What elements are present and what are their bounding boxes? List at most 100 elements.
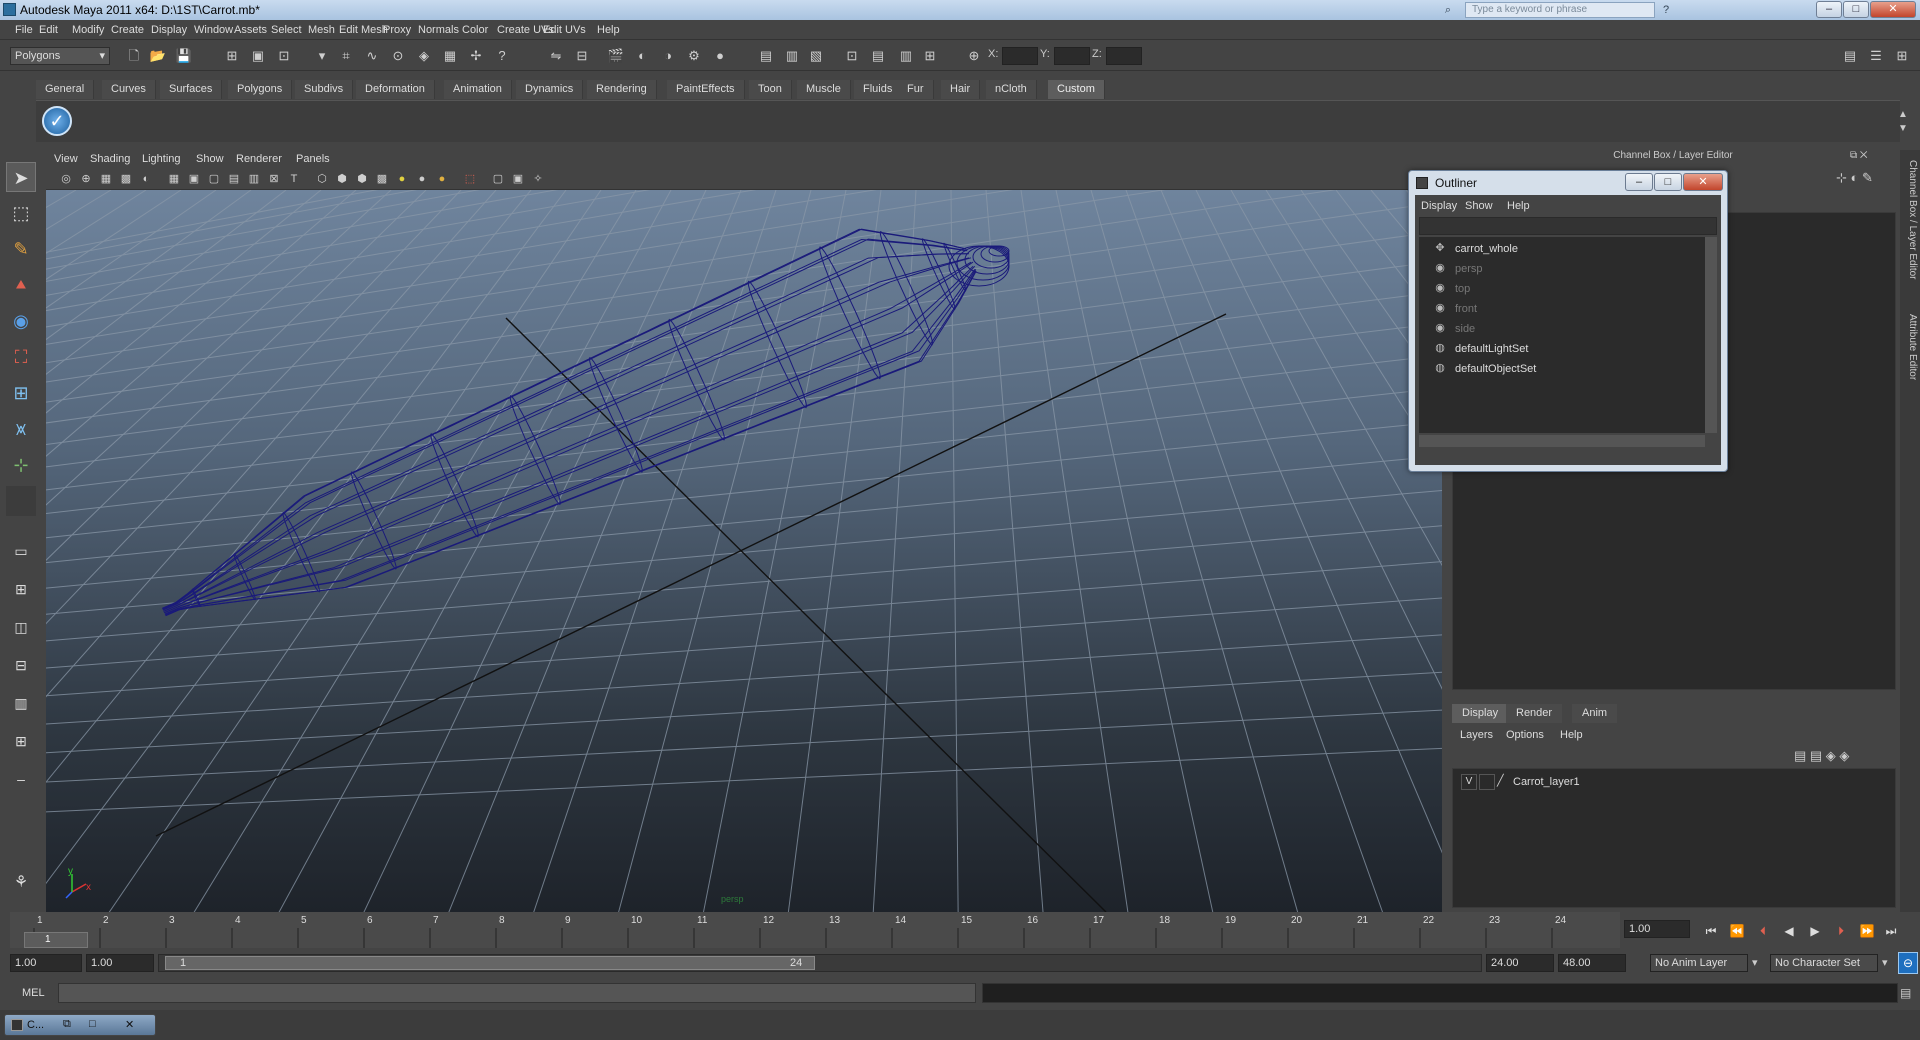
help-search-input[interactable]: Type a keyword or phrase [1465,2,1655,18]
select-object-icon[interactable]: ▣ [248,46,268,66]
isolate-select-icon[interactable]: ⬚ [462,172,478,186]
shelf-tab-custom[interactable]: Custom [1048,80,1105,99]
step-forward-key-icon[interactable]: ⏩ [1858,923,1876,939]
menu-mesh[interactable]: Mesh [308,24,335,36]
construction-history-icon[interactable]: ⊟ [572,46,592,66]
soft-modification-icon[interactable]: ⩙ [6,414,36,444]
open-scene-icon[interactable]: 📂 [148,46,168,66]
outliner-menu-display[interactable]: Display [1421,200,1457,212]
menu-help[interactable]: Help [597,24,620,36]
toggle-attribute-editor-icon[interactable]: ☰ [1866,46,1886,66]
toggle-tool-settings-icon[interactable]: ⊞ [1892,46,1912,66]
help-line-icon[interactable]: ? [492,46,512,66]
shelf-tab-ncloth[interactable]: nCloth [986,80,1037,99]
outliner-persp-layout-icon[interactable]: ◫ [6,612,36,642]
outliner-vertical-scrollbar[interactable] [1705,237,1717,433]
outliner-menu-show[interactable]: Show [1465,200,1493,212]
time-slider[interactable]: 1 2 3 4 5 6 7 8 9 10 11 12 13 14 15 16 17 18 19 20 21 22 23 24 … [10,912,1620,948]
z-field[interactable] [1106,47,1142,65]
menu-edit[interactable]: Edit [39,24,58,36]
outliner-item[interactable]: ◉ persp [1435,262,1482,275]
outliner-item[interactable]: ◉ top [1435,282,1470,295]
rotate-tool-icon[interactable]: ◉ [6,306,36,336]
paint-select-tool-icon[interactable]: ✎ [6,234,36,264]
viewport-menu-panels[interactable]: Panels [296,153,330,165]
single-pane-layout-icon[interactable]: ▭ [6,536,36,566]
viewport-menu-show[interactable]: Show [196,153,224,165]
panel-float-close-icon[interactable]: ⧉ ✕ [1850,150,1896,164]
snapshot-icon[interactable]: ⊡ [842,46,862,66]
character-set-select[interactable]: No Character Set [1770,954,1878,972]
select-hierarchy-icon[interactable]: ⊞ [222,46,242,66]
menu-file[interactable]: File [15,24,33,36]
viewport-menu-lighting[interactable]: Lighting [142,153,181,165]
animation-start-field[interactable]: 1.00 [10,954,82,972]
shelf-tab-fluids[interactable]: Fluids [854,80,903,99]
menu-set-select[interactable]: Polygons ▾ [10,47,110,65]
script-editor-icon[interactable]: ▤ [1900,986,1916,1002]
range-slider-track[interactable]: 1 24 [158,954,1482,972]
outliner-item[interactable]: ✥ carrot_whole [1435,242,1518,255]
viewport-menu-shading[interactable]: Shading [90,153,130,165]
shelf-tab-rendering[interactable]: Rendering [587,80,657,99]
auto-key-icon[interactable]: ⊖ [1898,952,1918,974]
playback-end-field[interactable]: 24.00 [1486,954,1554,972]
absolute-transform-icon[interactable]: ⊕ [964,46,984,66]
close-button[interactable]: ✕ [1870,1,1916,18]
menu-edit-mesh[interactable]: Edit Mesh [339,24,388,36]
layer-tab-anim[interactable]: Anim [1572,704,1618,723]
camera-icon[interactable]: ▤ [868,46,888,66]
help-search-icon[interactable]: ? [1658,2,1674,18]
outliner-filter-input[interactable] [1419,217,1717,235]
maximize-button[interactable]: □ [1843,1,1869,18]
search-icon[interactable]: ⌕ [1440,2,1456,18]
range-slider-handle[interactable]: 1 24 [165,956,815,970]
selection-mask-icon[interactable]: ▾ [312,46,332,66]
shelf-tab-muscle[interactable]: Muscle [797,80,851,99]
layer-menu-help[interactable]: Help [1560,729,1583,741]
channel-box-tools-icon[interactable]: ⊹ ◐ ✎ [1836,170,1896,188]
camera-attributes-icon[interactable]: ⊕ [78,172,94,186]
graph-persp-layout-icon[interactable]: ⊟ [6,650,36,680]
minimized-window-item[interactable]: C... ⧉ □ ✕ [4,1014,156,1036]
shelf-tab-subdivs[interactable]: Subdivs [295,80,354,99]
hypershade-persp-layout-icon[interactable]: ▥ [6,688,36,718]
gate-mask-icon[interactable]: ▤ [226,172,242,186]
xray-icon[interactable]: ▢ [490,172,506,186]
move-tool-icon[interactable]: ⯅ [6,270,36,300]
maximize-icon[interactable]: □ [89,1018,96,1030]
shelf-tab-general[interactable]: General [36,80,95,99]
sidebar-toggle-icon[interactable]: ▤ [756,46,776,66]
menu-edit-uvs[interactable]: Edit UVs [543,24,586,36]
x-field[interactable] [1002,47,1038,65]
snap-live-icon[interactable]: ✢ [466,46,486,66]
step-forward-frame-icon[interactable]: ⏵ [1832,923,1850,939]
perspective-viewport[interactable]: y x persp [46,190,1442,912]
layer-tab-render[interactable]: Render [1506,704,1563,723]
shelf-tab-painteffects[interactable]: PaintEffects [667,80,745,99]
menu-color[interactable]: Color [462,24,488,36]
step-back-frame-icon[interactable]: ⏴ [1754,923,1772,939]
shelf-tab-dynamics[interactable]: Dynamics [516,80,584,99]
shelf-tab-curves[interactable]: Curves [102,80,156,99]
attribute-editor-side-tab[interactable]: Attribute Editor [1902,314,1918,380]
hypershade-icon[interactable]: ● [710,46,730,66]
film-gate-icon[interactable]: ▣ [186,172,202,186]
bookmark-icon[interactable]: ▦ [98,172,114,186]
minimize-button[interactable]: – [1816,1,1842,18]
layer-menu-layers[interactable]: Layers [1460,729,1493,741]
custom-shelf-check-icon[interactable]: ✓ [42,106,72,136]
snap-point-icon[interactable]: ⊙ [388,46,408,66]
layer-row[interactable]: V ╱ Carrot_layer1 [1457,773,1893,791]
shelf-scroll-up-icon[interactable]: ▲ [1898,109,1912,123]
xray-joints-icon[interactable]: ▣ [510,172,526,186]
layer-tab-display[interactable]: Display [1452,704,1509,723]
step-back-key-icon[interactable]: ⏪ [1728,923,1746,939]
menu-modify[interactable]: Modify [72,24,104,36]
last-tool-slot[interactable] [6,486,36,516]
universal-manipulator-icon[interactable]: ⊞ [6,378,36,408]
current-frame-marker[interactable]: 1 [24,932,88,948]
layer-type-toggle[interactable] [1479,774,1495,790]
outliner-maximize-button[interactable]: □ [1654,173,1682,191]
menu-normals[interactable]: Normals [418,24,459,36]
